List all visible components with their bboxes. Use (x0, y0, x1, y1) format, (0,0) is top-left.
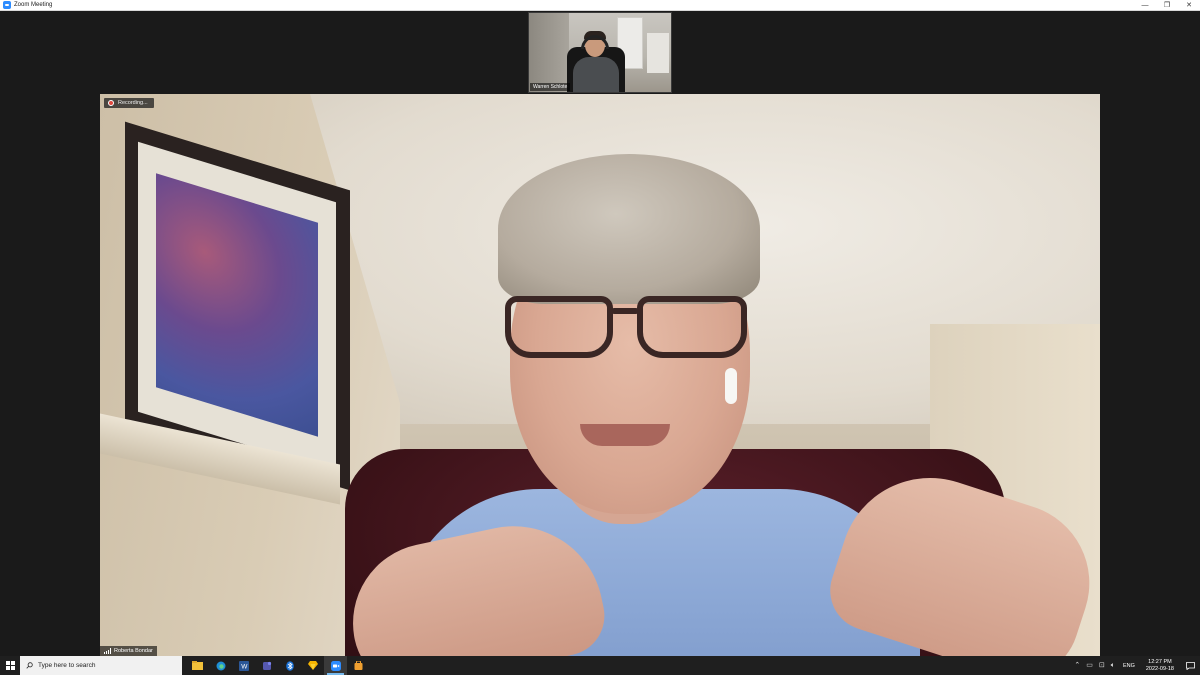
start-button[interactable] (0, 656, 20, 675)
recording-indicator[interactable]: Recording... (104, 98, 154, 108)
svg-text:W: W (241, 663, 248, 670)
teams-icon[interactable] (255, 656, 278, 675)
bluetooth-icon[interactable] (278, 656, 301, 675)
participant-thumbnail[interactable]: Warren Schlote (528, 12, 672, 93)
close-button[interactable]: ✕ (1178, 0, 1200, 11)
clock-time: 12:27 PM (1148, 658, 1172, 665)
windows-logo-icon (5, 661, 15, 670)
zoom-icon[interactable] (324, 656, 347, 675)
language-indicator[interactable]: ENG (1123, 663, 1135, 669)
monitor-icon[interactable]: ▭ (1086, 656, 1093, 675)
clock-date: 2022-09-18 (1145, 665, 1174, 672)
video-glasses-right (637, 296, 747, 358)
window-controls: — ❐ ✕ (1134, 0, 1200, 11)
meeting-area: Warren Schlote Recording... Roberta Bond… (0, 11, 1200, 656)
video-earbud (725, 368, 737, 404)
video-glasses-left (505, 296, 613, 358)
thumbnail-background-door (647, 33, 669, 73)
speaker-name: Roberta Bondar (114, 648, 153, 654)
speaker-name-tag: Roberta Bondar (100, 646, 157, 656)
window-title: Zoom Meeting (14, 2, 53, 8)
chevron-up-icon[interactable]: ⌃ (1074, 656, 1080, 675)
file-explorer-icon[interactable] (186, 656, 209, 675)
network-icon[interactable]: ⊡ (1099, 656, 1105, 675)
edge-icon[interactable] (209, 656, 232, 675)
video-glasses-bridge (611, 308, 639, 314)
taskbar-apps: W (186, 656, 370, 675)
recording-dot-icon (108, 100, 114, 106)
taskbar-clock[interactable]: 12:27 PM 2022-09-18 (1146, 659, 1174, 673)
thumbnail-person-body (573, 57, 619, 92)
minimize-button[interactable]: — (1134, 0, 1156, 11)
thumbnail-background (529, 13, 569, 92)
search-placeholder: Type here to search (38, 662, 96, 669)
active-speaker-video[interactable]: Recording... Roberta Bondar (100, 94, 1100, 656)
taskbar-search-box[interactable]: Type here to search (20, 656, 182, 675)
thumbnail-participant-name: Warren Schlote (530, 83, 571, 91)
video-speaker-mouth (580, 424, 670, 446)
recording-label: Recording... (118, 100, 148, 106)
zoom-app-icon (3, 1, 11, 9)
restore-button[interactable]: ❐ (1156, 0, 1178, 11)
sketch-icon[interactable] (301, 656, 324, 675)
system-tray: ⌃ ▭ ⊡ 🔈︎ ENG 12:27 PM 2022-09-18 (1071, 656, 1200, 675)
signal-strength-icon (104, 648, 111, 654)
windows-taskbar: Type here to search W ⌃ ▭ ⊡ 🔈︎ ENG 12:27… (0, 656, 1200, 675)
volume-icon[interactable]: 🔈︎ (1111, 656, 1115, 675)
word-icon[interactable]: W (232, 656, 255, 675)
search-icon (26, 662, 33, 669)
video-speaker-hair (498, 154, 760, 304)
app-icon[interactable] (347, 656, 370, 675)
notification-icon[interactable] (1180, 656, 1200, 675)
window-titlebar: Zoom Meeting — ❐ ✕ (0, 0, 1200, 11)
